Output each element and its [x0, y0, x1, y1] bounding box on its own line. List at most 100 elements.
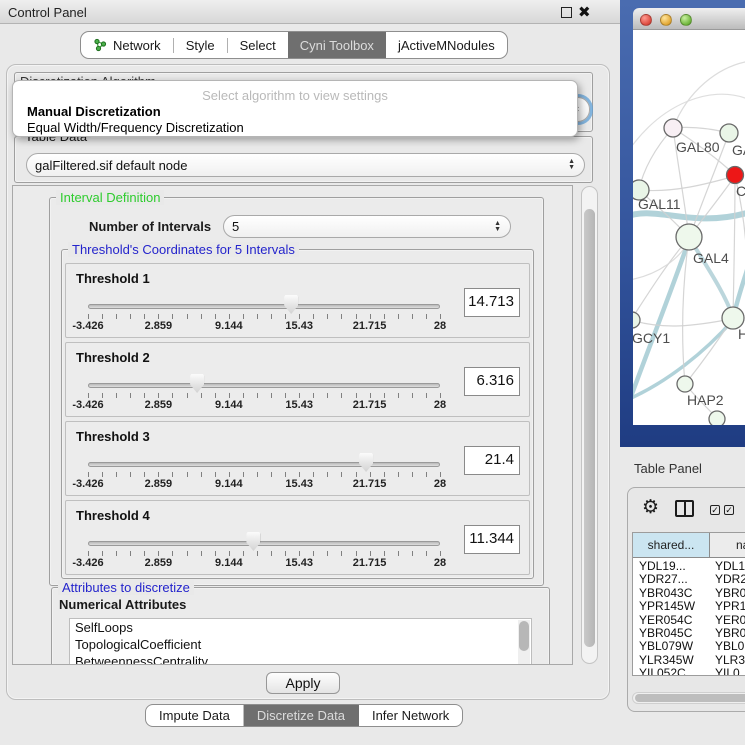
- gear-icon[interactable]: ⚙: [642, 496, 659, 519]
- network-canvas[interactable]: GAL80GACGAL11GAL4GCY1HHAP2: [633, 30, 745, 425]
- cell-shared-name: YBR043C: [633, 586, 710, 599]
- network-node[interactable]: [709, 411, 725, 425]
- tab-network[interactable]: Network: [81, 32, 173, 58]
- slider-tick: [215, 314, 216, 319]
- attribute-item[interactable]: SelfLoops: [70, 619, 531, 636]
- threshold-slider-thumb[interactable]: [246, 532, 260, 551]
- combo-stepper-icon: ▲▼: [494, 216, 501, 237]
- number-of-intervals-combobox[interactable]: 5 ▲▼: [223, 215, 511, 238]
- slider-tick: [426, 314, 427, 319]
- algorithm-option-equal-width[interactable]: Equal Width/Frequency Discretization: [16, 120, 574, 135]
- cell-shared-name: YIL052C: [633, 666, 710, 676]
- threshold-slider-thumb[interactable]: [284, 295, 298, 314]
- slider-tick: [158, 472, 159, 477]
- cell-name: YDR2: [710, 572, 745, 585]
- minimize-traffic-light-icon[interactable]: [660, 14, 672, 26]
- slider-tick: [229, 393, 230, 398]
- scrollbar-thumb[interactable]: [635, 694, 745, 702]
- control-panel-tabs: NetworkStyle Select Cyni ToolboxjActiveMNo…: [80, 31, 508, 59]
- tab-label: Select: [240, 38, 276, 53]
- close-icon[interactable]: ✖: [578, 3, 591, 21]
- slider-tick: [327, 551, 328, 556]
- slider-tick: [243, 472, 244, 477]
- slider-tick: [201, 393, 202, 398]
- checkbox-icon[interactable]: ✓: [710, 505, 720, 515]
- algorithm-option-manual[interactable]: Manual Discretization: [16, 104, 574, 119]
- slider-tick: [370, 314, 371, 319]
- apply-button[interactable]: Apply: [266, 672, 340, 694]
- network-node-gal80[interactable]: [664, 119, 682, 137]
- table-data-combobox[interactable]: galFiltered.sif default node ▲▼: [26, 153, 585, 177]
- table-row[interactable]: YDR27...YDR2: [633, 572, 745, 585]
- slider-tick: [102, 472, 103, 477]
- tab-select[interactable]: Select: [228, 32, 288, 58]
- table-row[interactable]: YDL19...YDL1: [633, 559, 745, 572]
- threshold-slider-thumb[interactable]: [359, 453, 373, 472]
- slider-tick: [215, 393, 216, 398]
- scrollbar-thumb[interactable]: [519, 621, 529, 651]
- table-row[interactable]: YBR045CYBR0: [633, 626, 745, 639]
- zoom-traffic-light-icon[interactable]: [680, 14, 692, 26]
- numerical-attributes-list[interactable]: SelfLoopsTopologicalCoefficientBetweenne…: [69, 618, 532, 665]
- threshold-slider-track[interactable]: [88, 462, 440, 467]
- threshold-value-field[interactable]: 11.344: [464, 525, 520, 554]
- checkbox-icon[interactable]: ✓: [724, 505, 734, 515]
- network-node-ga[interactable]: [720, 124, 738, 142]
- cell-shared-name: YBR045C: [633, 626, 710, 639]
- cell-name: YBL0: [710, 639, 745, 652]
- network-node-gcy1[interactable]: [633, 312, 640, 328]
- slider-tick-label: 9.144: [215, 399, 243, 411]
- slider-tick: [243, 314, 244, 319]
- tab-label: Infer Network: [372, 708, 449, 723]
- tab-cyni-toolbox[interactable]: Cyni Toolbox: [288, 32, 386, 58]
- cell-shared-name: YLR345W: [633, 653, 710, 666]
- threshold-label: Threshold 4: [76, 508, 150, 523]
- slider-tick: [271, 393, 272, 398]
- cell-name: YDL1: [710, 559, 745, 572]
- tab-style[interactable]: Style: [174, 32, 227, 58]
- columns-icon[interactable]: [675, 500, 694, 517]
- attribute-item[interactable]: TopologicalCoefficient: [70, 636, 531, 653]
- slider-tick-label: 21.715: [353, 557, 387, 569]
- column-header-shared-name[interactable]: shared...: [633, 533, 710, 557]
- table-row[interactable]: YER054CYER0: [633, 613, 745, 626]
- slider-tick: [144, 551, 145, 556]
- number-of-intervals-value: 5: [232, 219, 239, 234]
- threshold-label: Threshold 1: [76, 271, 150, 286]
- network-node-hap2[interactable]: [677, 376, 693, 392]
- slider-tick: [440, 314, 441, 319]
- threshold-panel-3: Threshold 3-3.4262.8599.14415.4321.71528…: [65, 421, 530, 496]
- threshold-slider-track[interactable]: [88, 383, 440, 388]
- threshold-slider-thumb[interactable]: [190, 374, 204, 393]
- table-horizontal-scrollbar[interactable]: [632, 692, 745, 704]
- slider-tick: [356, 393, 357, 398]
- threshold-value-field[interactable]: 6.316: [464, 367, 520, 396]
- tab-impute-data[interactable]: Impute Data: [146, 705, 244, 726]
- network-window-titlebar[interactable]: [633, 8, 745, 30]
- table-row[interactable]: YPR145WYPR1: [633, 599, 745, 612]
- network-node-label: GAL80: [676, 139, 720, 155]
- threshold-slider-track[interactable]: [88, 541, 440, 546]
- tab-jactivemnodules[interactable]: jActiveMNodules: [386, 32, 507, 58]
- threshold-value-field[interactable]: 21.4: [464, 446, 520, 475]
- slider-tick: [341, 551, 342, 556]
- main-vertical-scrollbar[interactable]: [581, 186, 598, 664]
- float-window-icon[interactable]: [561, 7, 572, 18]
- scrollbar-thumb[interactable]: [584, 209, 595, 647]
- attributes-list-scrollbar[interactable]: [518, 620, 530, 665]
- tab-discretize-data[interactable]: Discretize Data: [244, 705, 359, 726]
- threshold-value-field[interactable]: 14.713: [464, 288, 520, 317]
- column-header-name[interactable]: na: [710, 533, 745, 557]
- table-header-row: shared... na: [633, 533, 745, 558]
- tab-infer-network[interactable]: Infer Network: [359, 705, 462, 726]
- table-row[interactable]: YLR345WYLR3: [633, 653, 745, 666]
- network-node-c[interactable]: [727, 167, 744, 184]
- settings-scroll-viewport: Interval Definition Number of Intervals …: [12, 185, 573, 665]
- table-row[interactable]: YBL079WYBL0: [633, 639, 745, 652]
- threshold-slider-track[interactable]: [88, 304, 440, 309]
- close-traffic-light-icon[interactable]: [640, 14, 652, 26]
- table-row[interactable]: YIL052CYIL0: [633, 666, 745, 676]
- table-row[interactable]: YBR043CYBR0: [633, 586, 745, 599]
- network-node-gal4[interactable]: [676, 224, 702, 250]
- attribute-item[interactable]: BetweennessCentrality: [70, 653, 531, 665]
